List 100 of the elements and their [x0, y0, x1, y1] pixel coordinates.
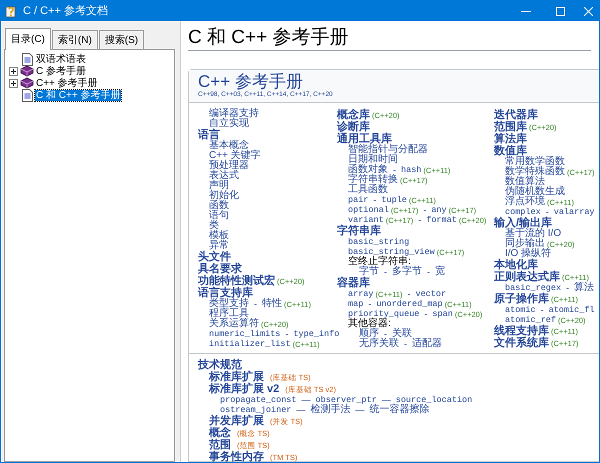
code-link[interactable]: initializer_list [209, 339, 291, 349]
section-link[interactable]: 标准库扩展 [209, 371, 264, 383]
topic-link[interactable]: 智能指针与分配器 [348, 145, 428, 155]
section-link[interactable]: 字符串库 [337, 225, 381, 237]
section-link[interactable]: 标准库扩展 v2 [209, 383, 280, 395]
code-link[interactable]: unordered_map [376, 299, 443, 309]
section-link[interactable]: 技术规范 [198, 359, 242, 371]
code-link[interactable]: variant [348, 215, 384, 225]
topic-link[interactable]: 异常 [209, 241, 229, 251]
section-link[interactable]: 语言支持库 [198, 287, 253, 299]
code-link[interactable]: complex [505, 207, 541, 217]
code-link[interactable]: format [426, 215, 457, 225]
topic-link[interactable]: 字节 [359, 267, 379, 277]
section-link[interactable]: 概念库 [337, 109, 370, 121]
code-link[interactable]: vector [415, 289, 446, 299]
code-link[interactable]: atomic_ref [505, 315, 556, 325]
code-link[interactable]: type_info [293, 329, 340, 339]
topic-link[interactable]: 日期和时间 [348, 155, 398, 165]
code-link[interactable]: hash [401, 165, 422, 175]
topic-link[interactable]: 工具函数 [348, 185, 388, 195]
topic-link[interactable]: 检测手法 [310, 405, 350, 415]
section-link[interactable]: 具名要求 [198, 263, 242, 275]
topic-link[interactable]: I/O 操纵符 [505, 249, 552, 259]
section-link[interactable]: 功能特性测试宏 [198, 275, 275, 287]
topic-link[interactable]: 数值算法 [505, 177, 545, 187]
tab[interactable]: 搜索(S) [98, 30, 144, 49]
topic-link[interactable]: 常用数学函数 [505, 157, 565, 167]
section-link[interactable]: 并发库扩展 [209, 415, 264, 427]
topic-link[interactable]: C++ 关键字 [209, 151, 261, 161]
section-link[interactable]: 正则表达式库 [494, 271, 560, 283]
section-link[interactable]: 头文件 [198, 251, 231, 263]
topic-link[interactable]: 伪随机数生成 [505, 187, 565, 197]
section-link[interactable]: 范围 [209, 439, 231, 451]
code-link[interactable]: pair [348, 195, 368, 205]
topic-link[interactable]: 语句 [209, 211, 229, 221]
code-link[interactable]: span [432, 309, 453, 319]
topic-link[interactable]: 基于流的 I/O [505, 229, 562, 239]
section-link[interactable]: 概念 [209, 427, 231, 439]
code-link[interactable]: optional [348, 205, 389, 215]
code-link[interactable]: tuple [381, 195, 407, 205]
topic-link[interactable]: 适配器 [412, 339, 442, 349]
code-link[interactable]: map [348, 299, 364, 309]
section-link[interactable]: 诊断库 [337, 121, 370, 133]
code-link[interactable]: valarray [554, 207, 595, 217]
tree-item[interactable]: 双语术语表 [35, 54, 87, 64]
topic-link[interactable]: 模板 [209, 231, 229, 241]
topic-link[interactable]: 基本概念 [209, 141, 249, 151]
code-link[interactable]: basic_string [348, 237, 410, 247]
section-link[interactable]: 输入/输出库 [494, 217, 552, 229]
section-link[interactable]: 算法库 [494, 133, 527, 145]
topic-link[interactable]: 无序关联 [359, 339, 399, 349]
topic-link[interactable]: 浮点环境 [505, 197, 545, 207]
tab[interactable]: 索引(N) [52, 30, 98, 49]
section-link[interactable]: 文件系统库 [494, 337, 549, 349]
tab[interactable]: 目录(C) [5, 28, 51, 50]
code-link[interactable]: observer_ptr [316, 395, 377, 405]
tree-item[interactable]: C++ 参考手册 [35, 78, 99, 88]
section-link[interactable]: 线程支持库 [494, 325, 549, 337]
section-link[interactable]: 范围库 [494, 121, 527, 133]
code-link[interactable]: propagate_const [220, 395, 297, 405]
topic-link[interactable]: 数学特殊函数 [505, 167, 565, 177]
topic-link[interactable]: 字符串转换 [348, 175, 398, 185]
topic-link[interactable]: 顺序 [359, 329, 379, 339]
topic-link[interactable]: 关系运算符 [209, 319, 259, 329]
topic-link[interactable]: 统一容器擦除 [369, 405, 430, 415]
code-link[interactable]: array [348, 289, 374, 299]
topic-link[interactable]: 预处理器 [209, 161, 249, 171]
section-link[interactable]: 原子操作库 [494, 293, 549, 305]
code-link[interactable]: priority_queue [348, 309, 420, 319]
topic-link[interactable]: 自立实现 [209, 119, 249, 129]
topic-link[interactable]: 初始化 [209, 191, 239, 201]
section-link[interactable]: 语言 [198, 129, 220, 141]
tree-item[interactable]: C 参考手册 [35, 66, 87, 76]
code-link[interactable]: basic_string_view [348, 247, 435, 257]
topic-link[interactable]: 函数对象 [348, 165, 388, 175]
section-link[interactable]: 通用工具库 [337, 133, 392, 145]
topic-link[interactable]: 特性 [262, 299, 282, 309]
section-link[interactable]: 事务性内存 [209, 451, 264, 462]
section-link[interactable]: 数值库 [494, 145, 527, 157]
expand-icon[interactable] [8, 78, 18, 88]
topic-link[interactable]: 宽 [435, 267, 445, 277]
code-link[interactable]: atomic_fl [548, 305, 595, 315]
topic-link[interactable]: 类型支持 [209, 299, 249, 309]
code-link[interactable]: ostream_joiner [220, 405, 292, 415]
code-link[interactable]: basic_regex [505, 283, 562, 293]
section-link[interactable]: 迭代器库 [494, 109, 538, 121]
section-link[interactable]: 容器库 [337, 277, 370, 289]
topic-link[interactable]: 声明 [209, 181, 229, 191]
section-link[interactable]: 本地化库 [494, 259, 538, 271]
code-link[interactable]: any [431, 205, 447, 215]
tree-item[interactable]: C 和 C++ 参考手册 [35, 90, 122, 100]
topic-link[interactable]: 函数 [209, 201, 229, 211]
topic-link[interactable]: 关联 [392, 329, 412, 339]
code-link[interactable]: source_location [396, 395, 472, 405]
topic-link[interactable]: 类 [209, 221, 219, 231]
topic-link[interactable]: 程序工具 [209, 309, 249, 319]
expand-icon[interactable] [8, 66, 18, 76]
topic-link[interactable]: 表达式 [209, 171, 239, 181]
code-link[interactable]: atomic [505, 305, 536, 315]
topic-link[interactable]: 编译器支持 [209, 109, 259, 119]
